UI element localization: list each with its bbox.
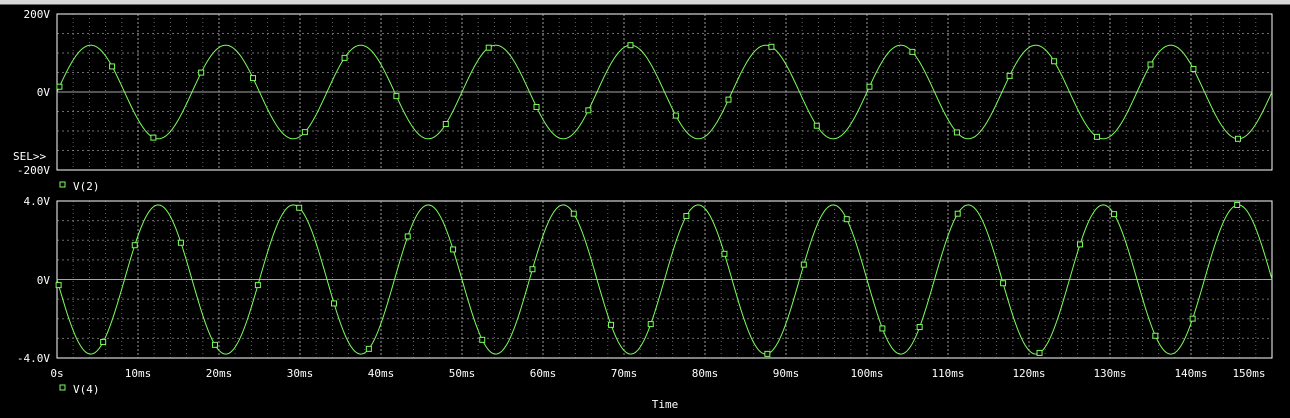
waveform-marker-square[interactable] [570, 210, 577, 217]
waveform-marker-square[interactable] [721, 250, 728, 257]
waveform-marker-square[interactable] [1234, 135, 1241, 142]
waveform-marker-square[interactable] [254, 282, 261, 289]
waveform-marker-square[interactable] [953, 129, 960, 136]
waveform-marker-square[interactable] [211, 341, 218, 348]
waveform-marker-square[interactable] [442, 121, 449, 128]
waveform-marker-square[interactable] [725, 96, 732, 103]
y-tick-label: 0V [37, 274, 51, 287]
waveform-marker-square[interactable] [813, 122, 820, 129]
waveform-marker-square[interactable] [177, 239, 184, 246]
waveform-marker-square[interactable] [672, 112, 679, 119]
waveform-marker-square[interactable] [1000, 280, 1007, 287]
waveform-marker-square[interactable] [585, 107, 592, 114]
waveform-marker-square[interactable] [331, 300, 338, 307]
waveform-marker-square[interactable] [109, 63, 116, 70]
x-tick-label: 50ms [449, 367, 476, 380]
x-tick-label: 60ms [530, 367, 557, 380]
x-tick-label: 110ms [931, 367, 964, 380]
x-axis-label: Time [652, 398, 679, 411]
waveform-marker-square[interactable] [768, 43, 775, 50]
waveform-marker-square[interactable] [1111, 211, 1118, 218]
waveform-marker-square[interactable] [879, 325, 886, 332]
waveform-marker-square[interactable] [909, 48, 916, 55]
y-tick-label: -4.0V [17, 352, 50, 365]
x-tick-label: 120ms [1012, 367, 1045, 380]
waveform-marker-square[interactable] [250, 75, 257, 82]
waveform-marker-square[interactable] [866, 83, 873, 90]
upper-plot[interactable]: 200V 0V -200V SEL>> V(2) [13, 8, 1273, 193]
x-tick-label: 140ms [1174, 367, 1207, 380]
x-tick-label: 70ms [611, 367, 638, 380]
waveform-marker-square[interactable] [916, 324, 923, 331]
legend-label: V(4) [73, 383, 100, 396]
waveform-marker-square[interactable] [100, 338, 107, 345]
lower-plot[interactable]: 4.0V 0V -4.0V 0s 10ms 20ms 30ms 40ms 50m… [17, 195, 1273, 411]
x-tick-label: 150ms [1232, 367, 1265, 380]
lower-plot-legend[interactable]: V(4) [59, 383, 100, 396]
legend-label: V(2) [73, 180, 100, 193]
waveform-marker-square[interactable] [1152, 332, 1159, 339]
waveform-marker-square[interactable] [843, 216, 850, 223]
y-tick-label: -200V [17, 164, 50, 177]
waveform-marker-square[interactable] [1189, 315, 1196, 322]
waveform-marker-square[interactable] [1051, 58, 1058, 65]
x-axis-tick-labels: 0s 10ms 20ms 30ms 40ms 50ms 60ms 70ms 80… [50, 367, 1265, 380]
y-tick-label: 4.0V [24, 195, 51, 208]
upper-plot-legend[interactable]: V(2) [59, 180, 100, 193]
selected-plot-marker: SEL>> [13, 150, 46, 163]
waveform-marker-square[interactable] [1094, 133, 1101, 140]
waveform-marker-square[interactable] [1147, 61, 1154, 68]
waveform-marker-square[interactable] [56, 83, 63, 90]
waveform-marker-square[interactable] [131, 242, 138, 249]
x-tick-label: 90ms [773, 367, 800, 380]
probe-plot-window[interactable]: 200V 0V -200V SEL>> V(2) 4.0V 0V -4.0V 0… [0, 0, 1290, 418]
x-tick-label: 130ms [1093, 367, 1126, 380]
waveform-marker-square[interactable] [1077, 241, 1084, 248]
waveform-marker-square[interactable] [150, 134, 157, 141]
legend-marker-square [59, 181, 66, 188]
waveform-marker-square[interactable] [683, 213, 690, 220]
x-tick-label: 30ms [287, 367, 314, 380]
x-tick-label: 40ms [368, 367, 395, 380]
waveform-marker-square[interactable] [479, 336, 486, 343]
waveform-marker-square[interactable] [647, 321, 654, 328]
x-tick-label: 10ms [125, 367, 152, 380]
waveform-marker-square[interactable] [533, 104, 540, 111]
waveform-marker-square[interactable] [450, 246, 457, 253]
waveform-marker-square[interactable] [800, 261, 807, 268]
waveform-marker-square[interactable] [608, 321, 615, 328]
lower-plot-y-ticks: 4.0V 0V -4.0V [17, 195, 50, 365]
waveform-marker-square[interactable] [627, 42, 634, 49]
waveform-marker-square[interactable] [1234, 202, 1241, 209]
waveform-marker-square[interactable] [55, 282, 62, 289]
waveform-marker-square[interactable] [529, 266, 536, 273]
waveform-marker-square[interactable] [764, 350, 771, 357]
waveform-marker-square[interactable] [404, 233, 411, 240]
x-tick-label: 20ms [206, 367, 233, 380]
waveform-marker-square[interactable] [1190, 65, 1197, 72]
legend-marker-square [59, 384, 66, 391]
waveform-marker-square[interactable] [954, 210, 961, 217]
waveform-marker-square[interactable] [1006, 72, 1013, 79]
waveform-marker-square[interactable] [341, 54, 348, 61]
x-tick-label: 80ms [692, 367, 719, 380]
waveform-marker-square[interactable] [301, 129, 308, 136]
x-tick-label: 0s [50, 367, 63, 380]
waveform-marker-square[interactable] [485, 44, 492, 51]
waveform-marker-square[interactable] [198, 69, 205, 76]
waveform-marker-square[interactable] [365, 345, 372, 352]
waveform-marker-square[interactable] [296, 204, 303, 211]
waveform-marker-square[interactable] [1036, 349, 1043, 356]
waveform-marker-square[interactable] [393, 93, 400, 100]
x-tick-label: 100ms [850, 367, 883, 380]
y-tick-label: 0V [37, 86, 51, 99]
y-tick-label: 200V [24, 8, 51, 21]
